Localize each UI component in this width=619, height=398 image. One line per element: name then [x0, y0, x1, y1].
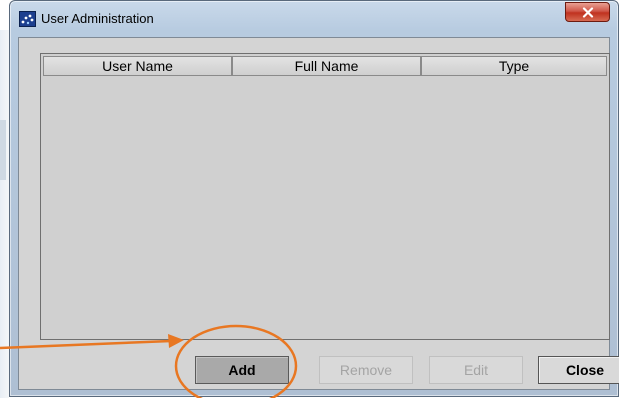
close-x-icon: [582, 6, 594, 18]
users-table: User Name Full Name Type: [40, 53, 610, 340]
close-button[interactable]: Close: [538, 356, 619, 384]
window-close-button[interactable]: [565, 2, 610, 22]
background-window-strip: [0, 120, 6, 180]
dialog-content-panel: User Name Full Name Type Add Remove Edit…: [18, 37, 619, 390]
remove-button[interactable]: Remove: [319, 356, 413, 384]
edit-button[interactable]: Edit: [429, 356, 523, 384]
add-button[interactable]: Add: [195, 356, 289, 384]
table-body-empty[interactable]: [43, 76, 607, 337]
column-header-type[interactable]: Type: [421, 56, 607, 76]
user-administration-dialog: User Administration User Name Full Name …: [9, 0, 619, 397]
screenshot-stage: User Administration User Name Full Name …: [0, 0, 619, 398]
column-header-user-name[interactable]: User Name: [43, 56, 232, 76]
title-bar[interactable]: User Administration: [10, 1, 618, 37]
app-dots-icon: [19, 11, 36, 27]
window-title: User Administration: [41, 11, 154, 26]
table-header: User Name Full Name Type: [43, 56, 607, 76]
column-header-full-name[interactable]: Full Name: [232, 56, 421, 76]
background-window-edge: [0, 30, 9, 398]
